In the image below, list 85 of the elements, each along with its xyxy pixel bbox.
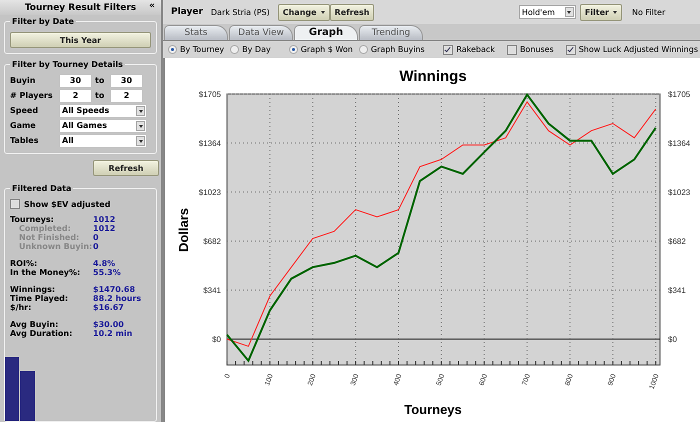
y-tick-label: $341 xyxy=(668,286,686,296)
y-tick-label: $0 xyxy=(668,335,677,344)
stat-value: $1470.68 xyxy=(93,285,136,294)
y-tick-label: $341 xyxy=(203,286,221,296)
input-field[interactable]: 30 xyxy=(111,74,142,86)
stat-value: $30.00 xyxy=(93,320,124,329)
stat-label: Winnings: xyxy=(10,285,56,294)
to-label: to xyxy=(95,76,106,85)
stat-value: 4.8% xyxy=(93,259,116,268)
stat-value: 88.2 hours xyxy=(93,294,142,303)
radio-label: By Day xyxy=(242,45,271,54)
input-field[interactable]: 30 xyxy=(60,74,91,86)
checkbox-label: Rakeback xyxy=(456,45,495,54)
collapse-button[interactable]: « xyxy=(149,1,155,11)
stat-value: 1012 xyxy=(93,215,116,224)
chart-title: Winnings xyxy=(399,68,467,85)
group-legend: Filtered Data xyxy=(10,184,74,193)
y-tick-label: $682 xyxy=(203,237,221,246)
to-label: to xyxy=(95,91,106,100)
field-label: Game xyxy=(10,121,37,130)
checkbox[interactable] xyxy=(506,44,517,54)
stat-value: 55.3% xyxy=(93,268,121,277)
filter-button[interactable]: Filter xyxy=(580,4,622,20)
stat-label: Tourneys: xyxy=(10,215,55,224)
tab[interactable]: Stats xyxy=(164,25,228,40)
player-label: Player xyxy=(171,7,203,17)
y-axis-title: Dollars xyxy=(176,208,191,252)
panel-title: Tourney Result Filters xyxy=(24,2,136,12)
checkbox-label: Bonuses xyxy=(520,45,554,54)
radio-label: Graph Buyins xyxy=(370,45,425,54)
stat-label: Time Played: xyxy=(10,294,70,303)
field-label: Speed xyxy=(10,106,40,115)
stat-label: Not Finished: xyxy=(18,233,80,242)
input-field[interactable]: 2 xyxy=(111,90,142,102)
checkbox-label: Show $EV adjusted xyxy=(24,200,110,208)
group-legend: Filter by Tourney Details xyxy=(10,60,125,69)
stat-value: 0 xyxy=(93,233,99,242)
stat-label: Completed: xyxy=(18,224,72,233)
checkbox[interactable] xyxy=(443,44,454,54)
refresh-button[interactable]: Refresh xyxy=(93,160,159,176)
y-tick-label: $0 xyxy=(212,335,221,344)
radio-label: By Tourney xyxy=(180,45,224,54)
filter-status: No Filter xyxy=(632,8,666,16)
stat-value: 0 xyxy=(93,242,99,251)
group-legend: Filter by Date xyxy=(10,17,76,26)
change-button[interactable]: Change xyxy=(278,4,330,20)
refresh-button[interactable]: Refresh xyxy=(330,4,374,20)
tab[interactable]: Trending xyxy=(359,25,423,40)
radio-button[interactable] xyxy=(358,45,368,54)
checkbox[interactable] xyxy=(566,44,576,54)
radio-label: Graph $ Won xyxy=(300,45,353,54)
radio-button[interactable] xyxy=(168,45,177,54)
y-tick-label: $1023 xyxy=(198,188,221,198)
field-label: Buyin xyxy=(10,76,36,85)
y-tick-label: $682 xyxy=(668,237,686,246)
stat-label: Avg Buyin: xyxy=(10,320,60,329)
stat-value: $16.67 xyxy=(93,303,124,312)
field-label: Tables xyxy=(10,136,40,145)
game-dropdown[interactable]: Hold'em xyxy=(518,5,576,19)
stat-label: ROI%: xyxy=(10,259,38,268)
y-tick-label: $1705 xyxy=(668,90,690,99)
tab[interactable]: Data View xyxy=(229,25,293,40)
dropdown[interactable]: All Speeds xyxy=(60,104,146,116)
stat-label: Unknown Buyin: xyxy=(18,242,93,251)
y-tick-label: $1364 xyxy=(668,139,690,148)
stat-value: 10.2 min xyxy=(93,329,132,338)
stat-label: In the Money%: xyxy=(10,268,82,277)
dropdown[interactable]: All xyxy=(60,134,146,146)
date-button[interactable]: This Year xyxy=(10,32,151,48)
player-name: Dark Stria (PS) xyxy=(210,8,270,16)
checkbox-label: Show Luck Adjusted Winnings xyxy=(578,45,698,54)
x-axis-title: Tourneys xyxy=(404,402,462,417)
dropdown[interactable]: All Games xyxy=(60,120,146,132)
input-field[interactable]: 2 xyxy=(60,90,91,102)
stat-label: $/hr: xyxy=(10,303,32,312)
y-tick-label: $1023 xyxy=(668,188,690,198)
y-tick-label: $1705 xyxy=(198,90,221,99)
tab[interactable]: Graph xyxy=(294,25,358,40)
field-label: # Players xyxy=(10,91,54,100)
radio-button[interactable] xyxy=(288,45,298,54)
y-tick-label: $1364 xyxy=(198,139,221,148)
checkbox[interactable] xyxy=(10,199,20,209)
stat-value: 1012 xyxy=(93,224,116,233)
radio-button[interactable] xyxy=(230,45,240,54)
stat-label: Avg Duration: xyxy=(10,329,74,338)
